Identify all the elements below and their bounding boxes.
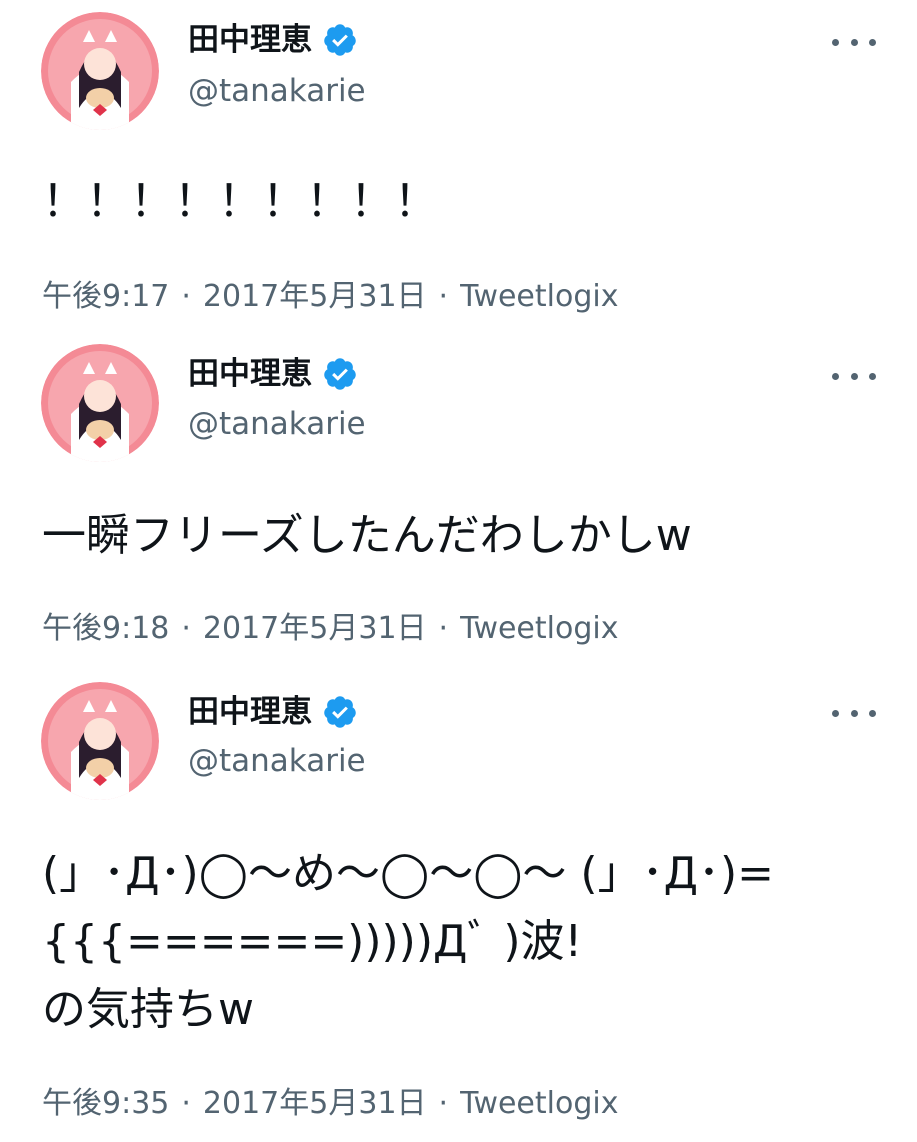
meta-separator: ·: [438, 1086, 449, 1121]
tweet-client[interactable]: Tweetlogix: [460, 611, 618, 646]
meta-separator: ·: [181, 611, 191, 646]
verified-badge-icon: [324, 24, 356, 56]
more-dots-icon[interactable]: [832, 703, 876, 723]
tweet-text: 一瞬フリーズしたんだわしかしw: [42, 510, 692, 561]
tweet-date[interactable]: 2017年5月31日: [203, 1086, 427, 1121]
tweet-meta: 午後9:35 · 2017年5月31日 · Tweetlogix: [42, 1084, 618, 1124]
display-name[interactable]: 田中理恵: [188, 20, 312, 60]
tweet-time[interactable]: 午後9:18: [42, 611, 169, 646]
display-name[interactable]: 田中理恵: [188, 692, 312, 732]
user-handle[interactable]: @tanakarie: [188, 404, 366, 444]
tweet-text: (」･Д･)◯〜め〜◯〜◯〜 (」･Д･)= {{{======)))))Дﾞ …: [42, 848, 774, 1035]
avatar[interactable]: [41, 344, 159, 462]
tweet-meta: 午後9:17 · 2017年5月31日 · Tweetlogix: [42, 277, 618, 317]
tweet-time[interactable]: 午後9:35: [42, 1086, 169, 1121]
tweet-meta: 午後9:18 · 2017年5月31日 · Tweetlogix: [42, 609, 618, 649]
tweet-text: ！！！！！！！！！: [42, 176, 438, 227]
avatar[interactable]: [41, 12, 159, 130]
tweet-date[interactable]: 2017年5月31日: [203, 279, 427, 314]
meta-separator: ·: [438, 611, 449, 646]
tweet-client[interactable]: Tweetlogix: [460, 279, 618, 314]
user-handle[interactable]: @tanakarie: [188, 71, 366, 111]
user-handle[interactable]: @tanakarie: [188, 741, 366, 781]
more-dots-icon[interactable]: [832, 366, 876, 386]
verified-badge-icon: [324, 696, 356, 728]
avatar[interactable]: [41, 682, 159, 800]
meta-separator: ·: [181, 1086, 191, 1121]
verified-badge-icon: [324, 358, 356, 390]
tweet-date[interactable]: 2017年5月31日: [203, 611, 427, 646]
tweet-time[interactable]: 午後9:17: [42, 279, 169, 314]
meta-separator: ·: [181, 279, 191, 314]
more-dots-icon[interactable]: [832, 32, 876, 52]
tweet-client[interactable]: Tweetlogix: [460, 1086, 618, 1121]
display-name[interactable]: 田中理恵: [188, 354, 312, 394]
meta-separator: ·: [438, 279, 449, 314]
